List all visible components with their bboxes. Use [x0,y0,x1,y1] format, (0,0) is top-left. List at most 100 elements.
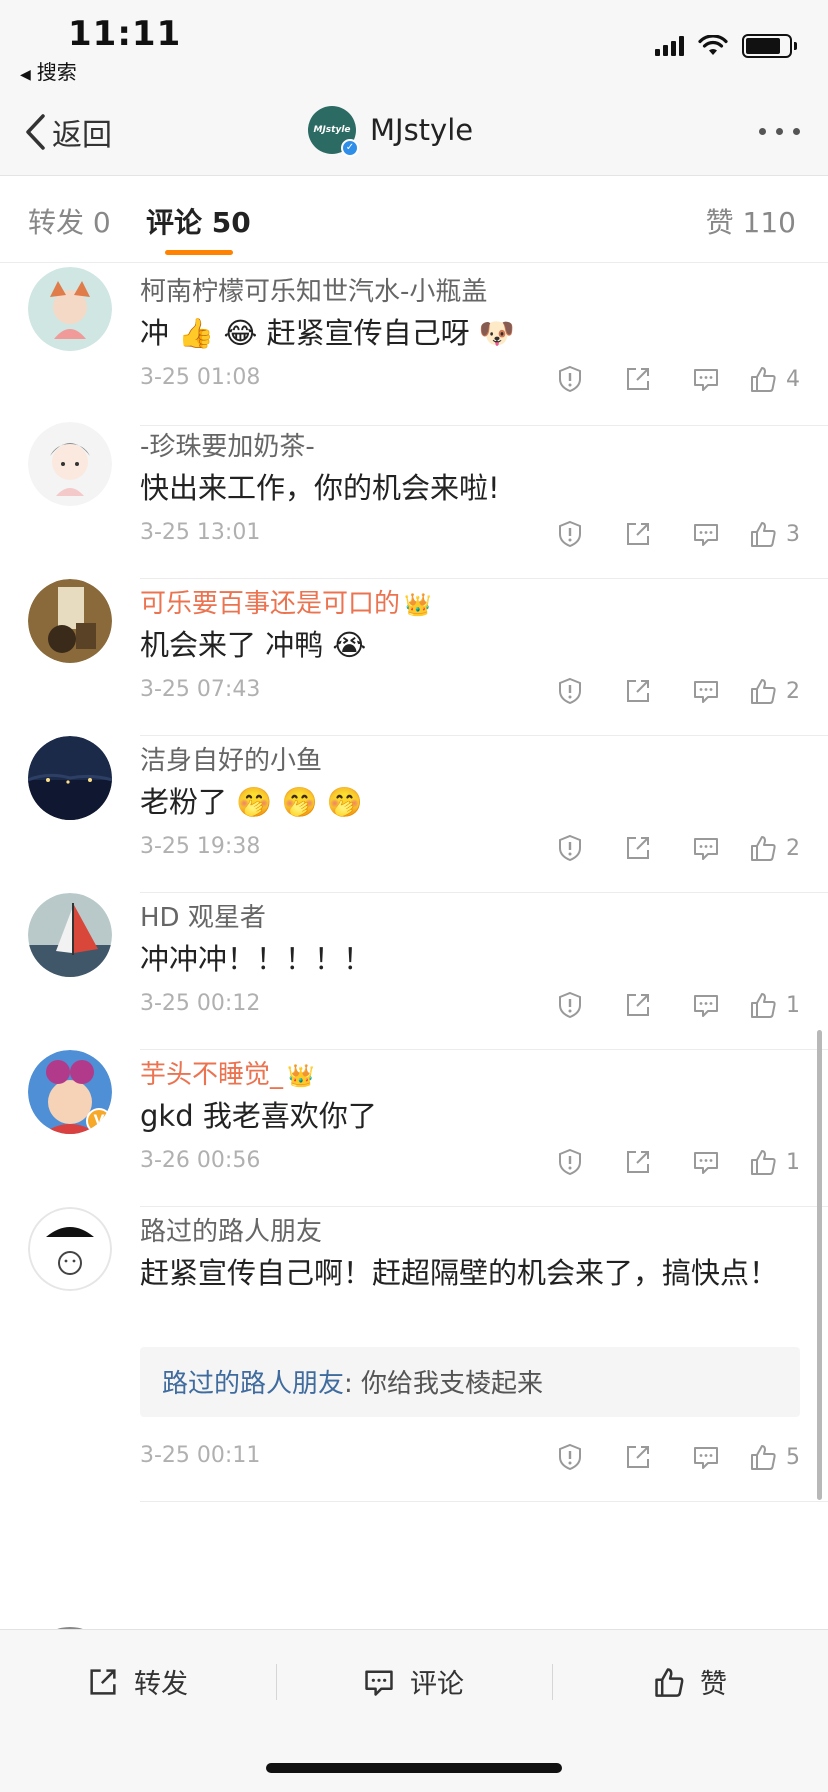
report-button[interactable] [536,671,604,711]
like-count: 3 [786,521,800,547]
username-text: 可乐要百事还是可口的 [140,589,401,619]
comment-actions: 5 [536,1437,800,1477]
divider [140,578,828,579]
report-button[interactable] [536,359,604,399]
comment-list[interactable]: 柯南柠檬可乐知世汽水-小瓶盖 冲 👍 😂 赶紧宣传自己呀 🐶 3-25 01:0… [0,263,828,1629]
reply-icon [694,995,718,1017]
active-tab-indicator [165,250,233,255]
crown-icon: 👑 [287,1064,315,1089]
avatar[interactable] [28,579,112,663]
share-icon [627,837,649,859]
share-button[interactable] [604,828,672,868]
account-name: MJstyle [370,113,474,147]
comment-meta: 3-25 13:01 3 [140,514,800,554]
avatar[interactable] [28,267,112,351]
reply-button[interactable] [672,671,740,711]
like-count: 5 [786,1444,800,1470]
share-button[interactable] [604,1142,672,1182]
comment-username[interactable]: 路过的路人朋友 [140,1211,322,1248]
like-button[interactable]: 1 [748,990,800,1020]
report-icon [559,1443,581,1471]
share-icon [627,523,649,545]
reply-preview[interactable]: 路过的路人朋友: 你给我支棱起来 [140,1347,800,1417]
avatar[interactable] [28,893,112,977]
comment-button[interactable]: 评论 [362,1662,464,1701]
reply-button[interactable] [672,514,740,554]
reply-username[interactable]: 路过的路人朋友 [162,1369,344,1399]
brand-avatar-text: MJstyle [313,125,351,135]
report-icon [559,520,581,548]
share-icon [627,680,649,702]
like-post-button[interactable]: 赞 [652,1662,727,1701]
tab-comment[interactable]: 评论 50 [146,201,251,241]
back-to-search-button[interactable]: ◀ 搜索 [20,56,77,85]
like-icon [751,367,776,392]
comment-time: 3-25 07:43 [140,677,261,702]
wifi-icon [698,35,728,55]
account-title[interactable]: MJstyle ✓ MJstyle [308,106,474,157]
like-button[interactable]: 2 [748,833,800,863]
share-button[interactable] [604,1437,672,1477]
like-icon [751,1150,776,1175]
like-icon [751,679,776,704]
tab-like[interactable]: 赞 110 [706,201,796,241]
reply-icon [365,1670,393,1696]
comment-username[interactable]: 柯南柠檬可乐知世汽水-小瓶盖 [140,271,487,308]
comment-username[interactable]: 洁身自好的小鱼 [140,740,322,777]
report-button[interactable] [536,985,604,1025]
reply-button[interactable] [672,1437,740,1477]
like-count: 1 [786,1149,800,1175]
like-button[interactable]: 1 [748,1147,800,1177]
reply-button[interactable] [672,828,740,868]
comment-actions: 4 [536,359,800,399]
share-button[interactable] [604,359,672,399]
repost-button[interactable]: 转发 [86,1662,188,1701]
like-icon [751,1445,776,1470]
reply-button[interactable] [672,1142,740,1182]
home-indicator[interactable] [266,1763,562,1773]
tab-repost[interactable]: 转发 0 [28,201,111,241]
report-button[interactable] [536,1142,604,1182]
report-icon [559,365,581,393]
reply-text: : 你给我支棱起来 [344,1369,544,1399]
verified-icon: ✓ [341,139,359,157]
share-button[interactable] [604,514,672,554]
comment-text: 赶紧宣传自己啊！赶超隔壁的机会来了，搞快点！ [140,1256,779,1290]
divider [140,735,828,736]
report-button[interactable] [536,514,604,554]
reply-button[interactable] [672,359,740,399]
like-count: 2 [786,835,800,861]
comment-actions: 2 [536,828,800,868]
comment-actions: 1 [536,1142,800,1182]
comment-username[interactable]: HD 观星者 [140,897,266,934]
like-button[interactable]: 3 [748,519,800,549]
avatar[interactable] [28,422,112,506]
comment-username[interactable]: -珍珠要加奶茶- [140,426,315,463]
like-button[interactable]: 5 [748,1442,800,1472]
share-button[interactable] [604,671,672,711]
like-icon [751,836,776,861]
like-button[interactable]: 2 [748,676,800,706]
like-button[interactable]: 4 [748,364,800,394]
reply-button[interactable] [672,985,740,1025]
divider [552,1664,553,1700]
more-options-icon[interactable] [759,128,800,135]
comment-meta: 3-25 01:08 4 [140,359,800,399]
comment-meta: 3-25 00:11 5 [140,1437,800,1477]
report-button[interactable] [536,1437,604,1477]
comment-text: gkd 我老喜欢你了 [140,1099,377,1133]
avatar[interactable] [28,1207,112,1291]
chevron-left-icon [26,114,45,150]
like-count: 4 [786,366,800,392]
scrollbar[interactable] [817,1030,822,1500]
comment-username[interactable]: 芋头不睡觉_ 👑 [140,1054,314,1091]
status-bar: 11:11 ◀ 搜索 [0,0,828,92]
bottom-action-bar: 转发 评论 赞 [0,1629,828,1792]
back-button[interactable]: 返回 [24,110,112,154]
share-button[interactable] [604,985,672,1025]
avatar[interactable] [28,736,112,820]
avatar[interactable]: V [28,1050,112,1134]
share-icon [627,1151,649,1173]
comment-username[interactable]: 可乐要百事还是可口的 👑 [140,583,431,620]
report-button[interactable] [536,828,604,868]
